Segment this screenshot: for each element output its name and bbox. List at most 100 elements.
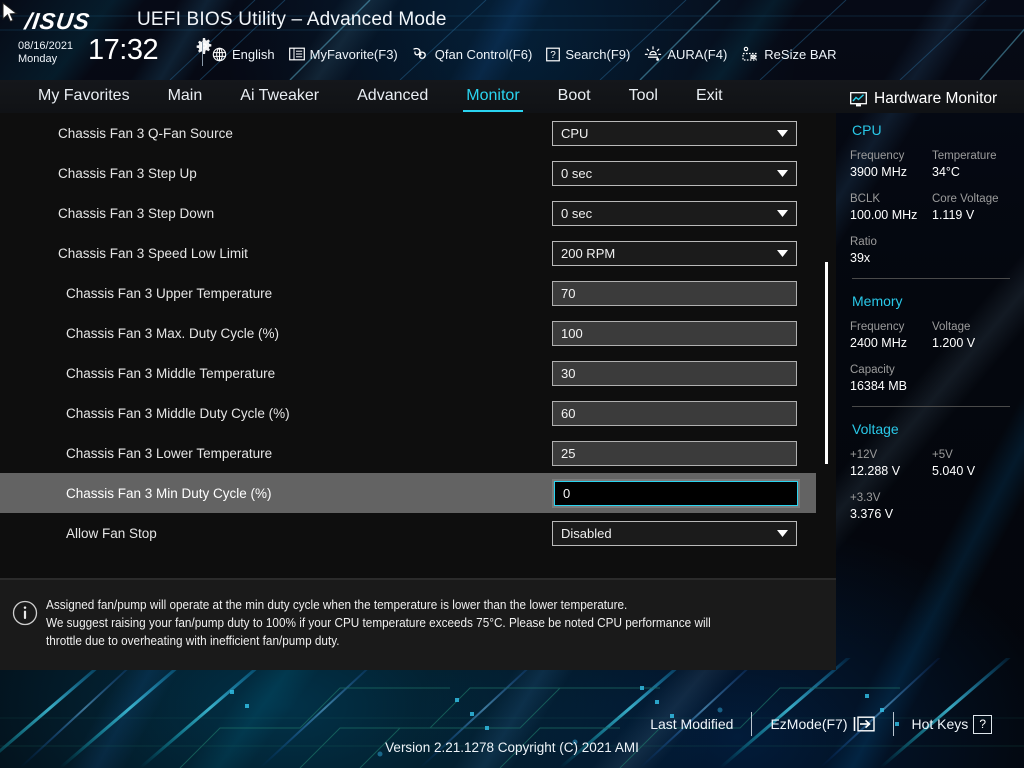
table-row[interactable]: Chassis Fan 3 Step Up 0 sec bbox=[0, 153, 816, 193]
table-row[interactable]: Chassis Fan 3 Max. Duty Cycle (%) 100 bbox=[0, 313, 816, 353]
setting-value: 25 bbox=[561, 445, 576, 461]
aura-button[interactable]: AURA(F4) bbox=[644, 46, 727, 62]
setting-label: Chassis Fan 3 Min Duty Cycle (%) bbox=[66, 485, 272, 501]
tab-exit[interactable]: Exit bbox=[696, 87, 723, 107]
hw-stat-key: +3.3V bbox=[850, 492, 881, 504]
hw-stat: +12V 12.288 V bbox=[850, 448, 932, 480]
text-field-control[interactable]: 70 bbox=[552, 280, 797, 306]
setting-input[interactable]: 70 bbox=[552, 280, 797, 306]
hw-section-divider bbox=[852, 406, 1010, 407]
setting-value: Disabled bbox=[561, 525, 612, 541]
table-row[interactable]: Chassis Fan 3 Step Down 0 sec bbox=[0, 193, 816, 233]
text-field-control[interactable]: 60 bbox=[552, 400, 797, 426]
setting-label: Chassis Fan 3 Speed Low Limit bbox=[58, 245, 248, 261]
table-row[interactable]: Allow Fan Stop Disabled bbox=[0, 513, 816, 553]
chevron-down-icon bbox=[777, 209, 788, 217]
language-button[interactable]: English bbox=[212, 47, 275, 62]
ezmode-label: EzMode(F7) bbox=[770, 716, 848, 732]
text-field-control[interactable]: 25 bbox=[552, 440, 797, 466]
dropdown-control[interactable]: 0 sec bbox=[552, 200, 797, 226]
setting-label: Chassis Fan 3 Step Down bbox=[58, 205, 215, 221]
hw-stat-key: +5V bbox=[932, 449, 953, 461]
table-row[interactable]: Chassis Fan 3 Lower Temperature 25 bbox=[0, 433, 816, 473]
dropdown-control[interactable]: 0 sec bbox=[552, 160, 797, 186]
tab-boot[interactable]: Boot bbox=[558, 87, 591, 107]
aura-label: AURA(F4) bbox=[667, 46, 728, 62]
dropdown-control[interactable]: CPU bbox=[552, 120, 797, 146]
list-icon bbox=[288, 47, 305, 61]
fan-icon bbox=[413, 47, 426, 59]
setting-value: 0 sec bbox=[561, 205, 593, 221]
hw-stat-key: Ratio bbox=[850, 236, 877, 248]
setting-dropdown[interactable]: 200 RPM bbox=[552, 240, 797, 266]
hardware-monitor-sections: CPU Frequency 3900 MHz Temperature 34°C BCLK 1… bbox=[850, 122, 1024, 523]
hw-stat-row: +12V 12.288 V +5V 5.040 V bbox=[850, 448, 1024, 480]
settings-row-list: ManualChassis Fan 3 Q-Fan SourceCPUChass… bbox=[0, 113, 836, 553]
table-row[interactable]: Chassis Fan 3 Speed Low Limit 200 RPM bbox=[0, 233, 816, 273]
resize-bar-button[interactable]: ReSize BAR bbox=[741, 46, 837, 62]
app-header: /ISUS UEFI BIOS Utility – Advanced Mode … bbox=[0, 0, 1024, 80]
bottom-actions: Last Modified EzMode(F7) Hot Keys ? bbox=[632, 712, 1010, 736]
content-scrollbar[interactable] bbox=[825, 262, 828, 464]
tab-ai-tweaker[interactable]: Ai Tweaker bbox=[240, 87, 319, 107]
setting-input[interactable]: 100 bbox=[552, 320, 797, 346]
hw-stat-row: Frequency 3900 MHz Temperature 34°C bbox=[850, 149, 1024, 181]
system-time: 17:32 bbox=[88, 34, 159, 66]
hot-keys-button[interactable]: Hot Keys ? bbox=[894, 714, 1011, 734]
page-title: UEFI BIOS Utility – Advanced Mode bbox=[137, 9, 447, 30]
text-field-control[interactable]: 0 bbox=[552, 478, 800, 508]
header-divider bbox=[202, 42, 203, 66]
text-field-control[interactable]: 30 bbox=[552, 360, 797, 386]
setting-dropdown[interactable]: Disabled bbox=[552, 520, 797, 546]
table-row[interactable]: Chassis Fan 3 Q-Fan Source CPU bbox=[0, 113, 816, 153]
search-button[interactable]: ? Search(F9) bbox=[546, 47, 630, 62]
ezmode-button[interactable]: EzMode(F7) bbox=[752, 716, 892, 732]
setting-label: Chassis Fan 3 Q-Fan Source bbox=[58, 125, 233, 141]
table-row[interactable]: Chassis Fan 3 Middle Duty Cycle (%) 60 bbox=[0, 393, 816, 433]
hw-stat: Temperature 34°C bbox=[932, 149, 1014, 181]
setting-dropdown[interactable]: 0 sec bbox=[552, 200, 797, 226]
tab-advanced[interactable]: Advanced bbox=[357, 87, 428, 107]
text-field-control[interactable]: 100 bbox=[552, 320, 797, 346]
setting-dropdown[interactable]: CPU bbox=[552, 120, 797, 146]
hw-stat-key: BCLK bbox=[850, 193, 881, 205]
table-row[interactable]: Chassis Fan 3 Upper Temperature 70 bbox=[0, 273, 816, 313]
hw-stat-row: Ratio 39x bbox=[850, 235, 1024, 267]
search-label: Search(F9) bbox=[565, 46, 631, 62]
myfavorite-button[interactable]: MyFavorite(F3) bbox=[288, 47, 398, 62]
gear-icon[interactable] bbox=[196, 38, 212, 54]
setting-dropdown[interactable]: 0 sec bbox=[552, 160, 797, 186]
setting-input[interactable]: 25 bbox=[552, 440, 797, 466]
table-row[interactable]: Chassis Fan 3 Middle Temperature 30 bbox=[0, 353, 816, 393]
hw-stat-key: Capacity bbox=[850, 364, 895, 376]
last-modified-label: Last Modified bbox=[650, 716, 734, 732]
weekday-value: Monday bbox=[18, 53, 58, 65]
language-label: English bbox=[232, 46, 275, 62]
svg-text:?: ? bbox=[551, 50, 557, 61]
last-modified-button[interactable]: Last Modified bbox=[632, 716, 751, 732]
setting-label: Chassis Fan 3 Lower Temperature bbox=[66, 445, 273, 461]
qfan-control-button[interactable]: Qfan Control(F6) bbox=[412, 46, 533, 62]
setting-input[interactable]: 30 bbox=[552, 360, 797, 386]
dropdown-control[interactable]: 200 RPM bbox=[552, 240, 797, 266]
hardware-monitor-label: Hardware Monitor bbox=[874, 90, 998, 107]
help-icon-wrap bbox=[12, 596, 46, 670]
hw-stat-row: Capacity 16384 MB bbox=[850, 363, 1024, 395]
setting-input[interactable]: 60 bbox=[552, 400, 797, 426]
setting-value: 60 bbox=[561, 405, 576, 421]
dropdown-control[interactable]: Disabled bbox=[552, 520, 797, 546]
tab-main[interactable]: Main bbox=[168, 87, 203, 107]
hardware-monitor-title: Hardware Monitor bbox=[850, 90, 1024, 108]
qfan-control-label: Qfan Control(F6) bbox=[434, 46, 533, 62]
help-text: Assigned fan/pump will operate at the mi… bbox=[46, 596, 711, 670]
aura-icon bbox=[645, 46, 662, 61]
tab-my-favorites[interactable]: My Favorites bbox=[38, 87, 130, 107]
tab-monitor[interactable]: Monitor bbox=[463, 87, 524, 112]
tab-tool[interactable]: Tool bbox=[629, 87, 658, 107]
hw-stat: Capacity 16384 MB bbox=[850, 363, 932, 395]
setting-input[interactable]: 0 bbox=[552, 478, 800, 508]
setting-value: 70 bbox=[561, 285, 576, 301]
hw-stat-value: 100.00 MHz bbox=[850, 208, 918, 222]
table-row[interactable]: Chassis Fan 3 Min Duty Cycle (%) 0 bbox=[0, 473, 816, 513]
hw-stat: BCLK 100.00 MHz bbox=[850, 192, 932, 224]
